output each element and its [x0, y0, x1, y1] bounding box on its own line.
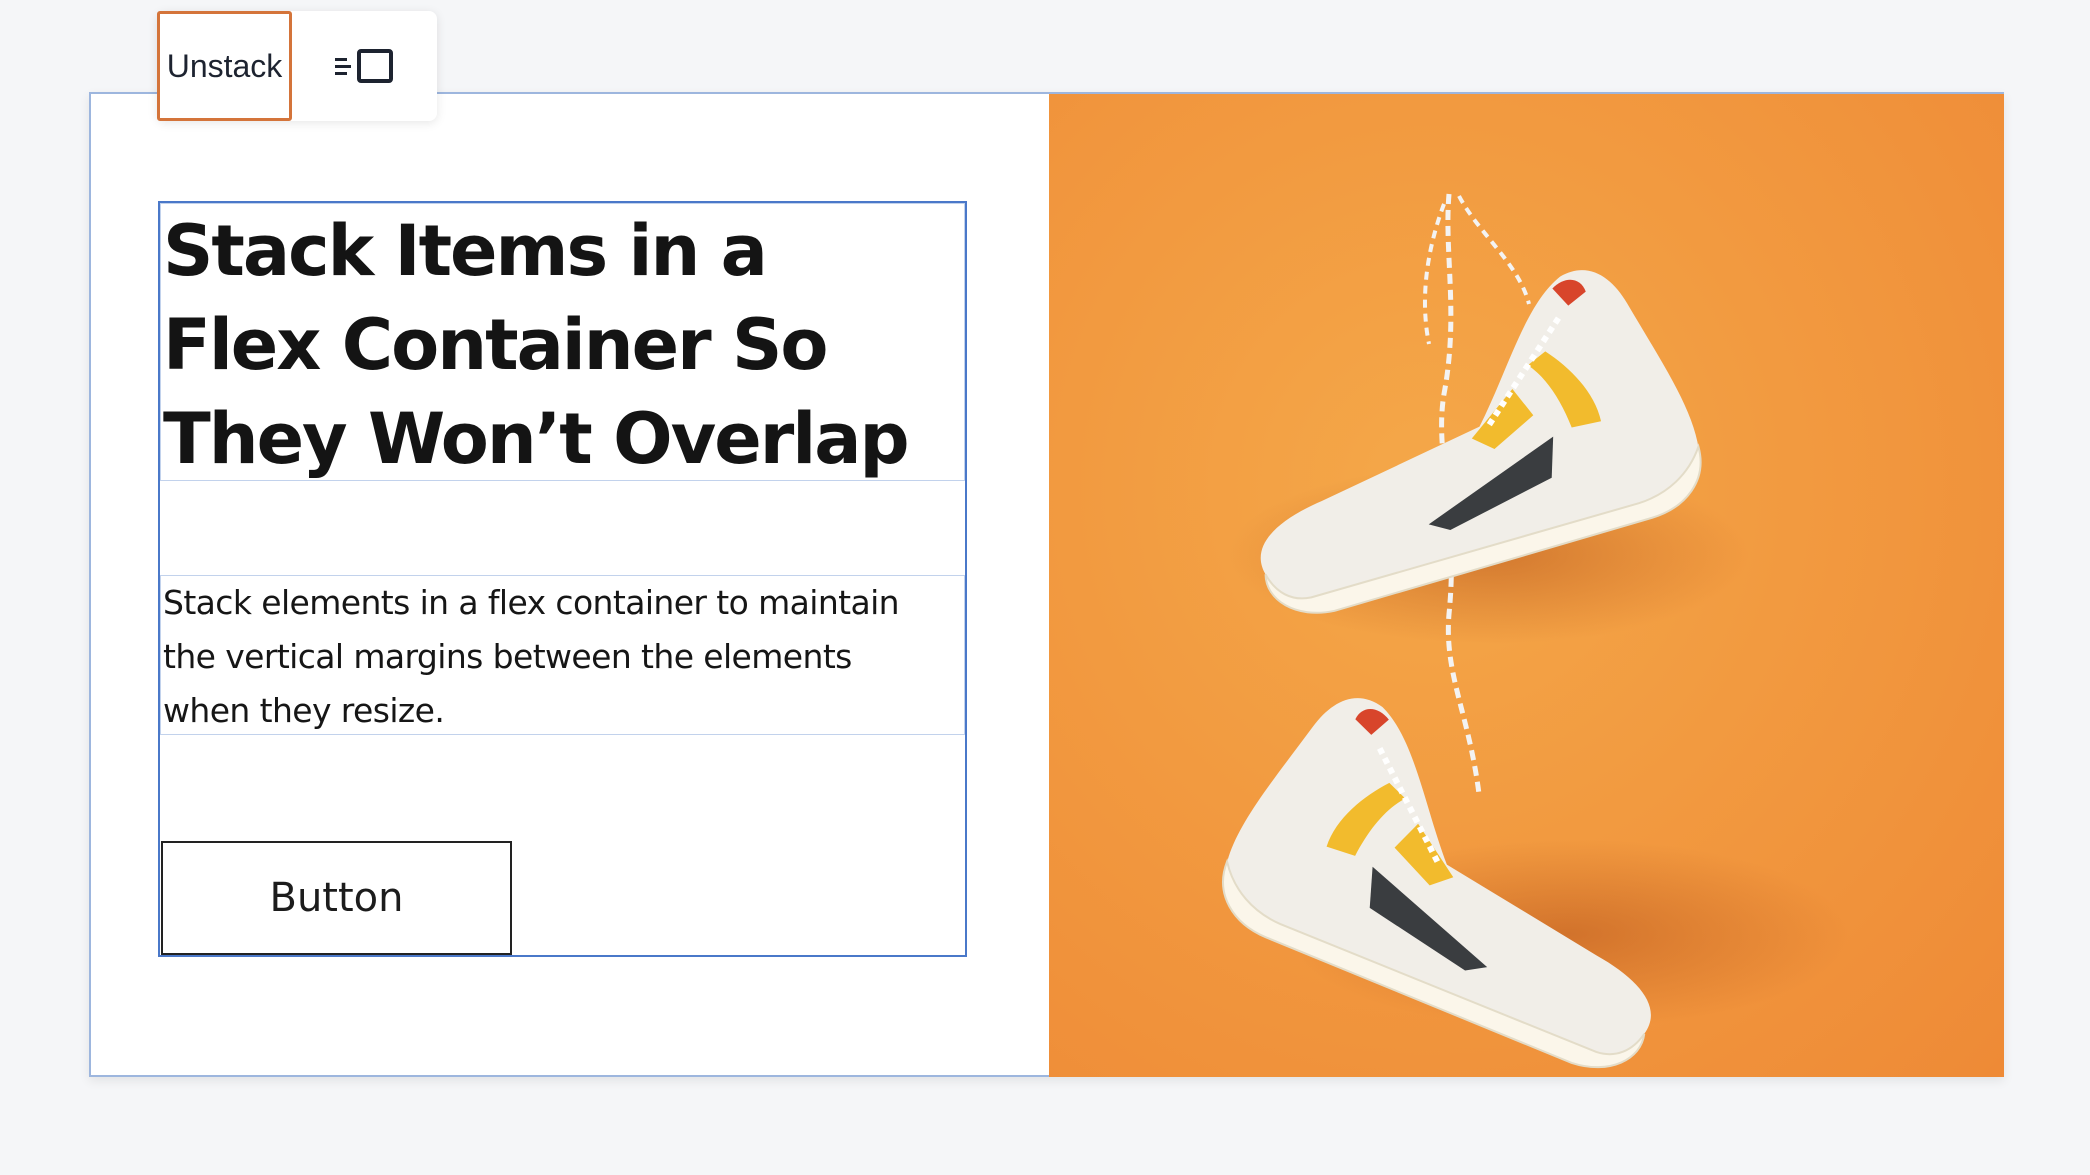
layout-options-button[interactable]: [292, 11, 437, 121]
cta-button[interactable]: Button: [161, 841, 512, 955]
sneakers-image[interactable]: [1049, 94, 2004, 1077]
heading-block[interactable]: Stack Items in a Flex Container So They …: [160, 203, 965, 481]
heading-line: They Won’t Overlap: [163, 398, 910, 480]
page-heading: Stack Items in a Flex Container So They …: [161, 204, 964, 486]
paragraph-line: when they resize.: [163, 691, 445, 730]
heading-line: Stack Items in a: [163, 210, 768, 292]
paragraph-block[interactable]: Stack elements in a flex container to ma…: [160, 575, 965, 735]
paragraph-line: Stack elements in a flex container to ma…: [163, 583, 900, 622]
section-canvas: Stack Items in a Flex Container So They …: [89, 92, 2004, 1077]
body-paragraph: Stack elements in a flex container to ma…: [161, 576, 964, 738]
sneakers-illustration: [1222, 193, 1849, 1069]
layout-sidebar-icon: [334, 49, 393, 83]
stack-toolbar: Unstack: [157, 11, 437, 121]
paragraph-line: the vertical margins between the element…: [163, 637, 852, 676]
flex-stack-container[interactable]: Stack Items in a Flex Container So They …: [158, 201, 967, 957]
heading-line: Flex Container So: [163, 304, 829, 386]
unstack-button[interactable]: Unstack: [157, 11, 292, 121]
